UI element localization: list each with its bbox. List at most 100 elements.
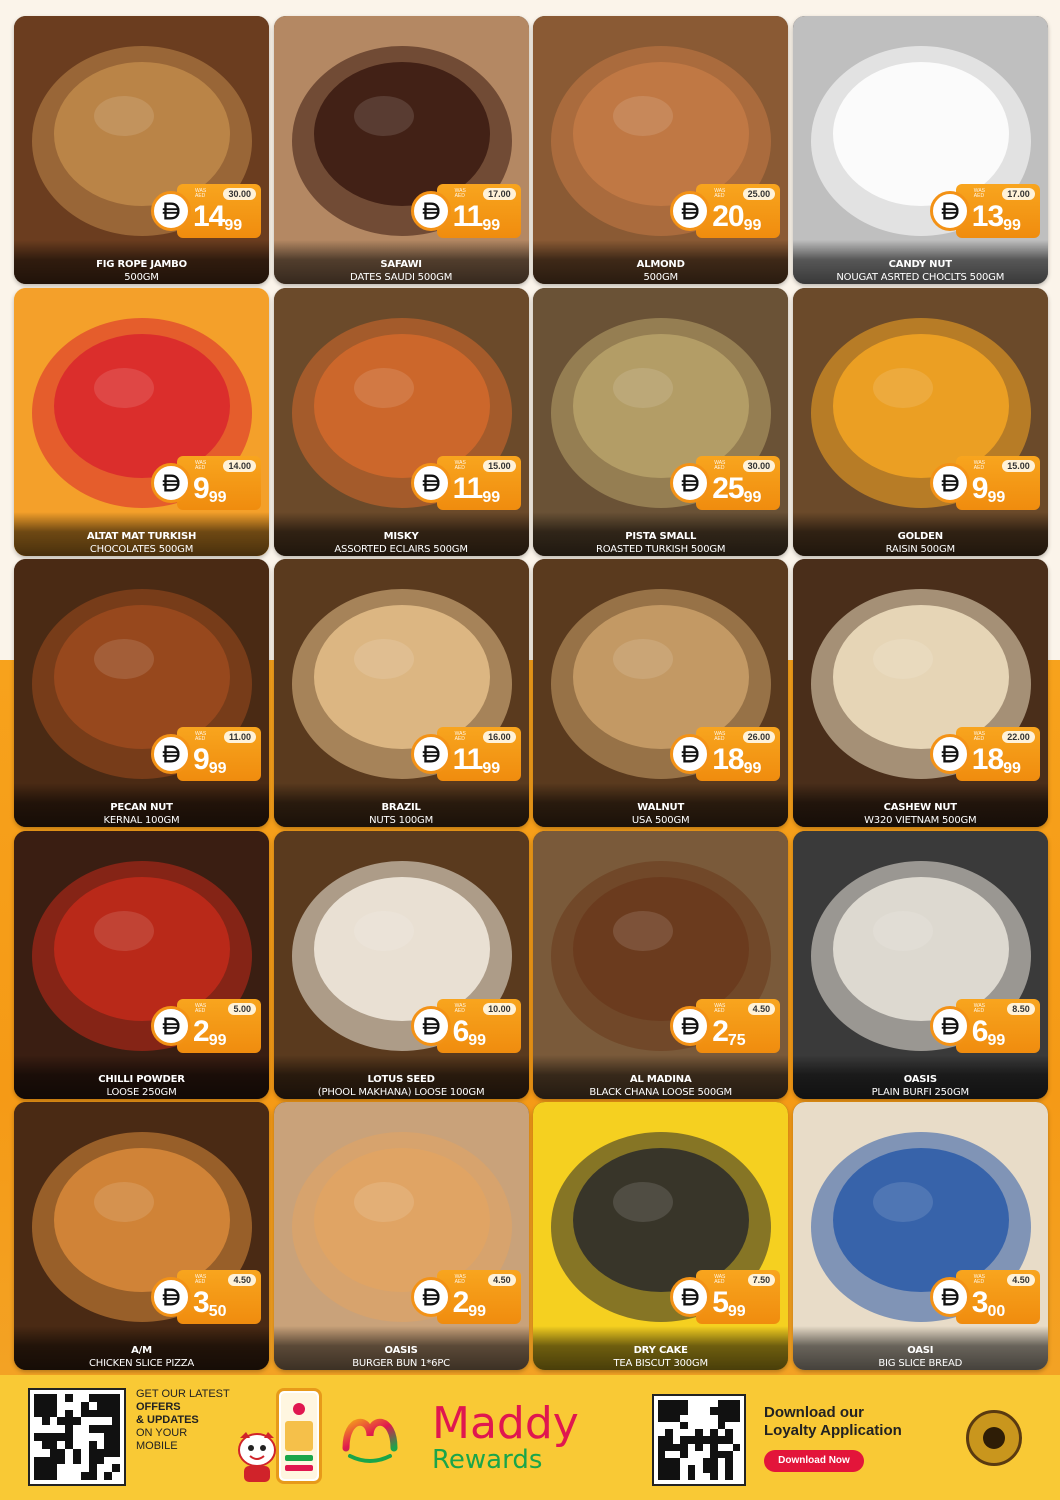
was-label: WAS AED	[714, 459, 726, 471]
new-price: 1899	[712, 745, 761, 784]
product-card[interactable]: WAS AED 15.00 999 GOLDEN RAISIN 500GM	[792, 287, 1048, 556]
product-caption: CANDY NUT NOUGAT ASRTED CHOCLTS 500GM	[792, 240, 1048, 284]
old-price: 15.00	[1002, 459, 1035, 472]
qr-code-offers[interactable]	[28, 1388, 126, 1486]
qr-module	[680, 1414, 688, 1422]
old-price: 11.00	[223, 731, 256, 743]
qr-module	[680, 1429, 688, 1437]
product-card[interactable]: WAS AED 4.50 275 AL MADINA BLACK CHANA L…	[533, 830, 789, 1099]
qr-module	[88, 1456, 97, 1465]
download-line: Loyalty Application	[764, 1422, 902, 1439]
currency-badge	[670, 1277, 711, 1317]
price-integer: 18	[971, 743, 1004, 776]
seal-center	[983, 1427, 1005, 1449]
qr-module	[665, 1429, 673, 1437]
dirham-icon	[422, 1016, 440, 1035]
price-decimal: 99	[743, 217, 762, 234]
dirham-icon	[422, 1288, 440, 1306]
qr-module	[49, 1440, 58, 1449]
product-card[interactable]: WAS AED 30.00 2599 PISTA SMALL ROASTED T…	[533, 287, 789, 556]
product-grid: WAS AED 30.00 1499 FIG ROPE JAMBO 500GM …	[14, 16, 1048, 1370]
qr-module	[41, 1472, 50, 1480]
download-now-button[interactable]: Download Now	[764, 1450, 864, 1472]
qr-module	[41, 1464, 50, 1473]
product-card[interactable]: WAS AED 17.00 1199 SAFAWI DATES SAUDI 50…	[273, 16, 529, 284]
qr-module	[34, 1409, 42, 1418]
new-price: 999	[971, 471, 1005, 513]
currency-badge	[151, 462, 191, 503]
product-card[interactable]: WAS AED 8.50 699 OASIS PLAIN BURFI 250GM	[792, 830, 1048, 1099]
qr-code-app[interactable]	[652, 1394, 746, 1486]
old-price: 10.00	[483, 1002, 516, 1015]
new-price: 299	[453, 1288, 486, 1327]
qr-module	[680, 1472, 688, 1480]
qr-module	[57, 1433, 66, 1441]
old-price: 5.00	[228, 1002, 256, 1015]
product-card[interactable]: WAS AED 22.00 1899 CASHEW NUT W320 VIETN…	[792, 559, 1048, 827]
qr-module	[34, 1425, 42, 1434]
qr-module	[702, 1407, 711, 1415]
product-name: DRY CAKE	[633, 1345, 688, 1356]
qr-module	[695, 1414, 703, 1422]
qr-module	[65, 1401, 74, 1410]
product-size: BURGER BUN 1*6PC	[352, 1358, 450, 1369]
qr-module	[73, 1464, 81, 1473]
product-size: LOOSE 250GM	[106, 1086, 177, 1098]
qr-module	[702, 1472, 711, 1480]
qr-module	[88, 1425, 97, 1434]
qr-module	[73, 1448, 81, 1457]
qr-module	[88, 1433, 97, 1441]
currency-badge	[670, 191, 711, 231]
product-card[interactable]: WAS AED 4.50 299 OASIS BURGER BUN 1*6PC	[273, 1102, 529, 1370]
qr-module	[96, 1472, 105, 1480]
product-card[interactable]: WAS AED 14.00 999 ALTAT MAT TURKISH CHOC…	[14, 287, 269, 556]
qr-module	[57, 1401, 66, 1410]
currency-badge	[929, 1277, 970, 1317]
product-card[interactable]: WAS AED 16.00 1199 BRAZIL NUTS 100GM	[273, 559, 529, 827]
qr-module	[695, 1421, 703, 1430]
qr-module	[80, 1433, 89, 1441]
product-name: PECAN NUT	[110, 802, 173, 813]
new-price: 999	[193, 745, 226, 784]
price-integer: 5	[712, 1286, 729, 1319]
price-integer: 14	[193, 200, 225, 233]
product-card[interactable]: WAS AED 17.00 1399 CANDY NUT NOUGAT ASRT…	[792, 16, 1048, 284]
qr-module	[710, 1421, 718, 1430]
product-card[interactable]: WAS AED 4.50 350 A/M CHICKEN SLICE PIZZA	[14, 1102, 269, 1370]
product-name: FIG ROPE JAMBO	[96, 259, 187, 270]
currency-badge	[670, 734, 711, 774]
qr-module	[112, 1417, 120, 1426]
price-decimal: 99	[468, 1031, 487, 1049]
product-card[interactable]: WAS AED 4.50 300 OASI BIG SLICE BREAD	[792, 1102, 1048, 1370]
price-tag: WAS AED 14.00 999	[151, 455, 261, 510]
product-card[interactable]: WAS AED 26.00 1899 WALNUT USA 500GM	[533, 559, 789, 827]
offers-line: & UPDATES	[136, 1414, 199, 1426]
price-integer: 9	[971, 471, 989, 505]
qr-module	[687, 1436, 696, 1444]
qr-module	[57, 1456, 66, 1465]
product-size: CHOCOLATES 500GM	[89, 543, 194, 555]
qr-module	[687, 1407, 696, 1415]
price-tag: WAS AED 7.50 599	[670, 1270, 781, 1324]
qr-module	[725, 1436, 733, 1444]
product-card[interactable]: WAS AED 15.00 1199 MISKY ASSORTED ECLAIR…	[273, 287, 529, 556]
qr-module	[658, 1443, 666, 1451]
price-integer: 2	[452, 1286, 470, 1319]
qr-module	[80, 1401, 89, 1410]
product-card[interactable]: WAS AED 10.00 699 LOTUS SEED (PHOOL MAKH…	[273, 830, 529, 1099]
currency-badge	[929, 734, 970, 774]
product-card[interactable]: WAS AED 5.00 299 CHILLI POWDER LOOSE 250…	[14, 830, 269, 1099]
product-card[interactable]: WAS AED 7.50 599 DRY CAKE TEA BISCUT 300…	[533, 1102, 789, 1370]
product-card[interactable]: WAS AED 25.00 2099 ALMOND 500GM	[533, 16, 789, 284]
qr-module	[658, 1458, 666, 1466]
product-caption: MISKY ASSORTED ECLAIRS 500GM	[273, 511, 529, 556]
qr-module	[725, 1472, 733, 1480]
product-size: RAISIN 500GM	[885, 543, 956, 555]
qr-module	[57, 1394, 66, 1402]
dirham-icon	[422, 745, 440, 763]
product-card[interactable]: WAS AED 30.00 1499 FIG ROPE JAMBO 500GM	[14, 16, 269, 284]
product-card[interactable]: WAS AED 11.00 999 PECAN NUT KERNAL 100GM	[14, 559, 269, 827]
qr-module	[687, 1472, 696, 1480]
qr-module	[88, 1472, 97, 1480]
qr-module	[695, 1458, 703, 1466]
